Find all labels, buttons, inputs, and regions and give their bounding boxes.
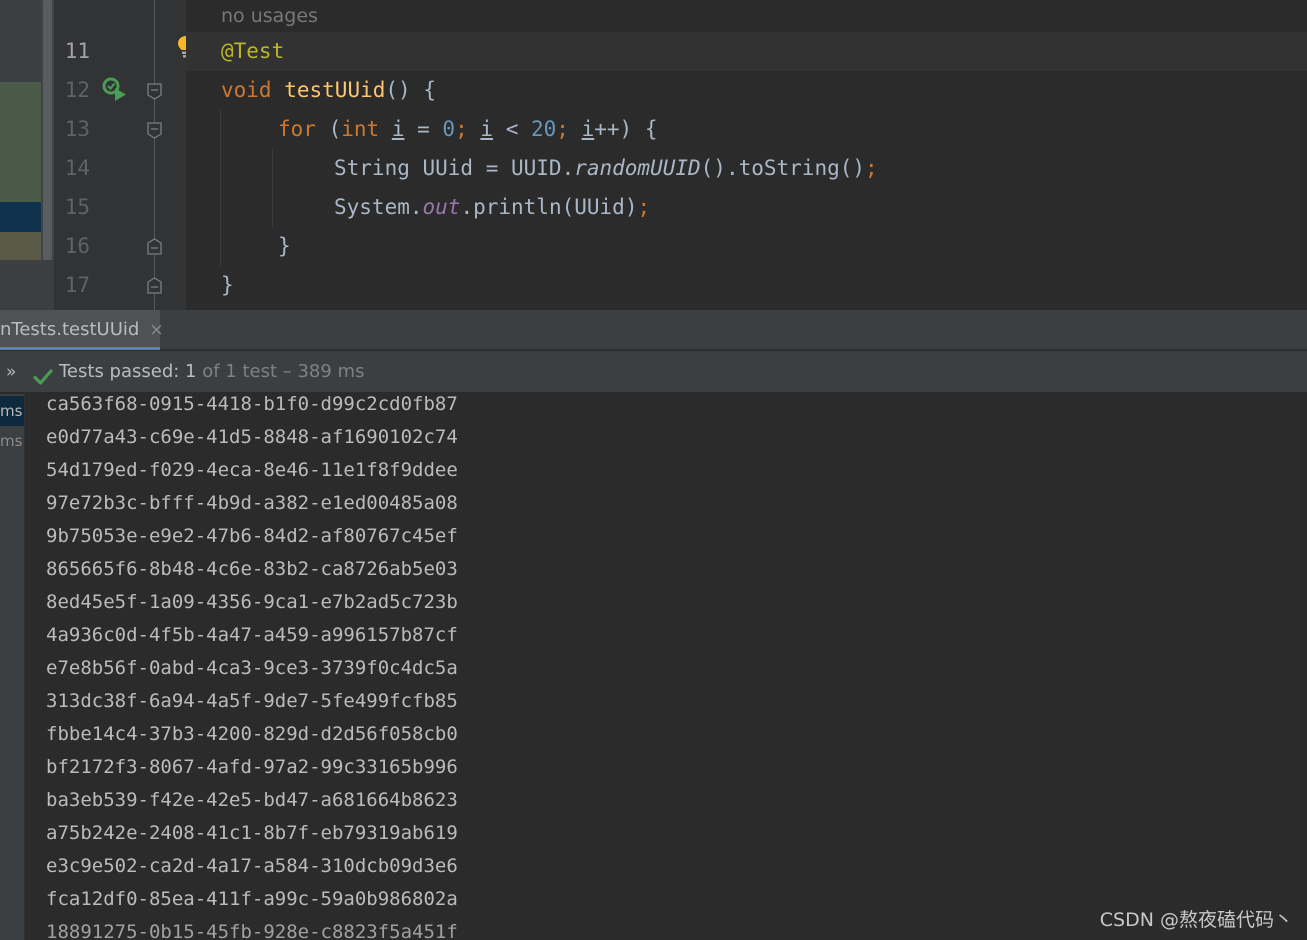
static-method-token: randomUUID <box>574 156 701 180</box>
code-token: () { <box>385 78 436 102</box>
line-number: 11 <box>64 39 90 63</box>
number-token: 20 <box>530 117 557 141</box>
status-main: Tests passed: <box>59 361 186 382</box>
line-number: 13 <box>64 117 90 141</box>
code-line-15[interactable]: System.out.println(UUid); <box>186 188 1307 227</box>
code-token: System. <box>334 195 423 219</box>
status-detail: of 1 test – 389 ms <box>196 361 365 382</box>
code-token: } <box>221 273 234 297</box>
code-line-13[interactable]: for (int i = 0; i < 20; i++) { <box>186 110 1307 149</box>
code-token: = <box>404 117 443 141</box>
watermark: CSDN @熬夜磕代码丶 <box>1099 909 1293 931</box>
editor-gutter: 11 12 13 14 15 16 17 <box>54 0 186 310</box>
fold-marker-icon[interactable] <box>146 238 163 255</box>
panel-block <box>0 0 41 82</box>
close-icon[interactable]: × <box>149 320 163 340</box>
semicolon-token: ; <box>556 117 569 141</box>
indent-guide <box>272 149 273 227</box>
run-tab-test-uuid[interactable]: nTests.testUUid × <box>0 310 164 350</box>
code-token: String UUid = UUID. <box>334 156 575 180</box>
console-line: ba3eb539-f42e-42e5-bd47-a681664b8623 <box>46 789 458 811</box>
line-number: 17 <box>64 273 90 297</box>
fold-guide <box>154 0 155 310</box>
tree-item-duration[interactable]: ms <box>0 432 22 450</box>
semicolon-token: ; <box>637 195 651 219</box>
code-line-14[interactable]: String UUid = UUID.randomUUID().toString… <box>186 149 1307 188</box>
run-test-icon[interactable] <box>102 77 128 103</box>
console-output[interactable]: ca563f68-0915-4418-b1f0-d99c2cd0fb87 e0d… <box>26 394 1307 940</box>
test-status-bar: » Tests passed: 1 of 1 test – 389 ms <box>0 351 1307 393</box>
keyword-token: int <box>341 117 380 141</box>
code-line-11[interactable]: @Test <box>186 32 1307 71</box>
code-token: .println(UUid) <box>460 195 638 219</box>
console-line: fca12df0-85ea-411f-a99c-59a0b986802a <box>46 888 458 910</box>
console-line: a75b242e-2408-41c1-8b7f-eb79319ab619 <box>46 822 458 844</box>
console-line: 8ed45e5f-1a09-4356-9ca1-e7b2ad5c723b <box>46 591 458 613</box>
line-number: 15 <box>64 195 90 219</box>
code-token: } <box>278 234 291 258</box>
status-count: 1 <box>185 361 197 382</box>
code-token: ++) { <box>594 117 658 141</box>
console-line: 97e72b3c-bfff-4b9d-a382-e1ed00485a08 <box>46 492 458 514</box>
line-number: 14 <box>64 156 90 180</box>
keyword-token: for <box>278 117 316 141</box>
run-tab-label: nTests.testUUid <box>0 319 140 340</box>
number-token: 0 <box>442 117 456 141</box>
code-area[interactable]: no usages @Test void testUUid() { for (i… <box>186 0 1307 310</box>
fold-marker-icon[interactable] <box>146 277 163 294</box>
code-token: ().toString() <box>700 156 866 180</box>
line-number: 12 <box>64 78 90 102</box>
variable-token: i <box>581 117 595 141</box>
code-line-12[interactable]: void testUUid() { <box>186 71 1307 110</box>
fold-marker-icon[interactable] <box>146 122 163 139</box>
static-field-token: out <box>422 195 461 219</box>
variable-token: i <box>391 117 405 141</box>
panel-block-highlight <box>0 82 41 202</box>
tree-item-duration[interactable]: ms <box>0 402 22 420</box>
code-line-17[interactable]: } <box>186 266 1307 305</box>
semicolon-token: ; <box>455 117 468 141</box>
chevron-right-icon[interactable]: » <box>6 351 16 393</box>
console-line: ca563f68-0915-4418-b1f0-d99c2cd0fb87 <box>46 394 458 415</box>
usage-hint-text: no usages <box>221 5 318 27</box>
code-editor[interactable]: 11 12 13 14 15 16 17 no usages @Test voi… <box>0 0 1307 310</box>
console-line: e7e8b56f-0abd-4ca3-9ce3-3739f0c4dc5a <box>46 657 458 679</box>
annotation-token: @Test <box>221 39 285 63</box>
console-line: 865665f6-8b48-4c6e-83b2-ca8726ab5e03 <box>46 558 458 580</box>
semicolon-token: ; <box>865 156 878 180</box>
code-token: < <box>493 117 531 141</box>
variable-token: i <box>480 117 494 141</box>
panel-block-modified <box>0 232 41 260</box>
test-status-text: Tests passed: 1 of 1 test – 389 ms <box>59 351 364 393</box>
check-icon <box>33 361 53 385</box>
console-line-partial: 18891275-0b15-45fb-928e-c8823f5a451f <box>46 921 458 940</box>
test-results-tree[interactable]: ms ms <box>0 394 25 940</box>
indent-guide <box>220 110 221 266</box>
usage-hint: no usages <box>186 0 1307 30</box>
code-token: ( <box>315 117 342 141</box>
panel-block-selected <box>0 202 41 232</box>
console-line: e3c9e502-ca2d-4a17-a584-310dcb09d3e6 <box>46 855 458 877</box>
console-line: bf2172f3-8067-4afd-97a2-99c33165b996 <box>46 756 458 778</box>
project-panel-edge <box>0 0 54 310</box>
fold-marker-icon[interactable] <box>146 83 163 100</box>
console-line: fbbe14c4-37b3-4200-829d-d2d56f058cb0 <box>46 723 458 745</box>
code-line-16[interactable]: } <box>186 227 1307 266</box>
line-number: 16 <box>64 234 90 258</box>
console-line: 313dc38f-6a94-4a5f-9de7-5fe499fcfb85 <box>46 690 458 712</box>
console-line: 54d179ed-f029-4eca-8e46-11e1f8f9ddee <box>46 459 458 481</box>
keyword-token: void <box>221 78 272 102</box>
console-line: e0d77a43-c69e-41d5-8848-af1690102c74 <box>46 426 458 448</box>
method-name-token: testUUid <box>284 78 386 102</box>
run-tab-bar: nTests.testUUid × <box>0 310 1307 350</box>
console-line: 4a936c0d-4f5b-4a47-a459-a996157b87cf <box>46 624 458 646</box>
panel-scrollbar[interactable] <box>43 0 52 260</box>
console-line: 9b75053e-e9e2-47b6-84d2-af80767c45ef <box>46 525 458 547</box>
